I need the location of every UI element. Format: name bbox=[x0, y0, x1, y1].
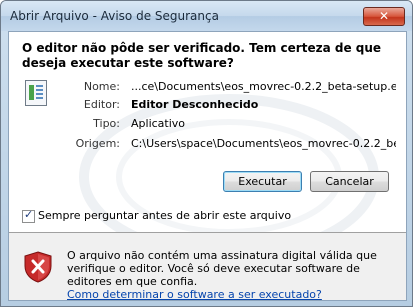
checkmark-icon: ✓ bbox=[24, 208, 34, 221]
type-label: Tipo: bbox=[93, 117, 120, 130]
publisher-label: Editor: bbox=[83, 98, 120, 111]
security-shield-icon bbox=[24, 251, 52, 283]
publisher-value: Editor Desconhecido bbox=[131, 98, 259, 111]
how-to-decide-link[interactable]: Como determinar o software a ser executa… bbox=[67, 288, 322, 301]
execute-button[interactable]: Executar bbox=[223, 171, 302, 192]
footer-message: O arquivo não contém uma assinatura digi… bbox=[67, 249, 397, 301]
dialog-body: O editor não pôde ser verificado. Tem ce… bbox=[8, 31, 407, 301]
close-icon: ✕ bbox=[378, 9, 390, 23]
footer-panel: O arquivo não contém uma assinatura digi… bbox=[9, 233, 406, 301]
name-label: Nome: bbox=[83, 80, 120, 93]
name-value: ...ce\Documents\eos_movrec-0.2.2_beta-se… bbox=[131, 80, 396, 93]
origin-value: C:\Users\space\Documents\eos_movrec-0.2.… bbox=[131, 137, 396, 150]
type-value: Aplicativo bbox=[131, 117, 186, 130]
window-title: Abrir Arquivo - Aviso de Segurança bbox=[10, 9, 219, 23]
always-ask-checkbox[interactable]: ✓ bbox=[22, 208, 35, 223]
cancel-button[interactable]: Cancelar bbox=[310, 171, 389, 192]
origin-label: Origem: bbox=[75, 137, 120, 150]
title-bar[interactable]: Abrir Arquivo - Aviso de Segurança ✕ bbox=[1, 1, 412, 31]
footer-warning-text: O arquivo não contém uma assinatura digi… bbox=[67, 249, 377, 288]
always-ask-label[interactable]: Sempre perguntar antes de abrir este arq… bbox=[38, 209, 291, 222]
dialog-heading: O editor não pôde ser verificado. Tem ce… bbox=[22, 41, 382, 70]
security-warning-dialog: Abrir Arquivo - Aviso de Segurança ✕ O e… bbox=[0, 0, 413, 307]
close-button[interactable]: ✕ bbox=[363, 7, 405, 26]
